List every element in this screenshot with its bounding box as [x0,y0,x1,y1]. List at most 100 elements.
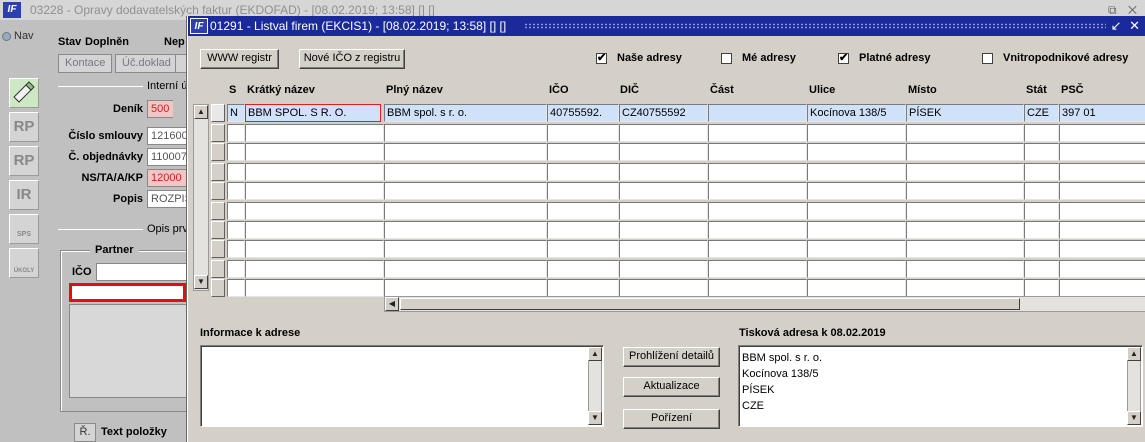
scroll-down-arrow-icon[interactable]: ▼ [1127,411,1141,425]
empty-grid-cell[interactable] [619,279,708,298]
empty-grid-cell[interactable] [708,201,807,220]
empty-grid-cell[interactable] [547,182,619,201]
empty-grid-cell[interactable] [619,143,708,162]
cell-plny-nazev[interactable]: BBM spol. s r. o. [384,104,547,122]
empty-grid-cell[interactable] [384,201,547,220]
row-selector[interactable] [211,182,225,201]
empty-grid-cell[interactable] [807,162,906,181]
row-selector[interactable] [211,259,225,278]
row-selector[interactable] [211,240,225,259]
empty-grid-cell[interactable] [906,279,1024,298]
empty-grid-cell[interactable] [906,124,1024,142]
empty-grid-cell[interactable] [245,221,384,239]
empty-grid-cell[interactable] [1024,143,1059,162]
cislo-smlouvy-field[interactable]: 121600 [147,127,187,145]
scroll-up-arrow-icon[interactable]: ▲ [1127,347,1141,361]
empty-grid-cell[interactable] [245,124,384,142]
empty-grid-cell[interactable] [708,124,807,142]
cell-psc[interactable]: 397 01 [1059,104,1145,122]
info-textarea[interactable] [200,345,604,427]
empty-grid-cell[interactable] [245,143,384,162]
empty-grid-cell[interactable] [227,201,245,220]
ns-ta-field[interactable]: 12000 [147,169,187,187]
empty-grid-cell[interactable] [619,162,708,181]
empty-grid-cell[interactable] [807,143,906,162]
empty-grid-cell[interactable] [384,162,547,181]
scroll-up-arrow-icon[interactable]: ▲ [588,347,602,361]
empty-grid-cell[interactable] [708,162,807,181]
cell-dic[interactable]: CZ40755592 [619,104,708,122]
empty-grid-cell[interactable] [1059,221,1145,239]
empty-grid-cell[interactable] [906,182,1024,201]
empty-grid-cell[interactable] [227,259,245,278]
empty-grid-cell[interactable] [547,124,619,142]
row-selector[interactable] [211,104,225,122]
empty-grid-cell[interactable] [547,279,619,298]
nav-toggle[interactable]: Nav [2,30,34,42]
empty-grid-cell[interactable] [906,162,1024,181]
empty-grid-cell[interactable] [245,162,384,181]
empty-grid-cell[interactable] [384,124,547,142]
empty-grid-cell[interactable] [384,240,547,259]
empty-grid-cell[interactable] [807,240,906,259]
empty-grid-cell[interactable] [906,240,1024,259]
cislo-objednavky-field[interactable]: 110007 [147,148,187,166]
empty-grid-cell[interactable] [1024,162,1059,181]
empty-grid-cell[interactable] [1059,279,1145,298]
empty-grid-cell[interactable] [619,201,708,220]
row-selector[interactable] [211,279,225,298]
empty-grid-cell[interactable] [547,201,619,220]
empty-grid-cell[interactable] [619,259,708,278]
empty-grid-cell[interactable] [1024,201,1059,220]
empty-grid-cell[interactable] [547,240,619,259]
empty-grid-cell[interactable] [1059,143,1145,162]
empty-grid-cell[interactable] [547,259,619,278]
empty-grid-cell[interactable] [227,143,245,162]
empty-grid-cell[interactable] [807,201,906,220]
kontace-button[interactable]: Kontace [58,54,113,73]
cell-misto[interactable]: PÍSEK [906,104,1024,122]
empty-grid-cell[interactable] [1059,201,1145,220]
row-selector[interactable] [211,221,225,239]
empty-grid-cell[interactable] [906,201,1024,220]
print-address-textarea[interactable]: BBM spol. s r. o. Kocínova 138/5 PÍSEK C… [738,345,1143,427]
empty-grid-cell[interactable] [1059,162,1145,181]
empty-grid-cell[interactable] [619,221,708,239]
row-selector[interactable] [211,143,225,162]
row-selector[interactable] [211,162,225,181]
ukoly-button[interactable]: ÚKOLY [9,248,39,278]
empty-grid-cell[interactable] [906,259,1024,278]
nove-ico-button[interactable]: Nové IČO z registru [299,49,405,69]
empty-grid-cell[interactable] [384,143,547,162]
empty-grid-cell[interactable] [708,279,807,298]
empty-grid-cell[interactable] [708,182,807,201]
cell-ico[interactable]: 40755592. [547,104,619,122]
empty-grid-cell[interactable] [807,279,906,298]
empty-grid-cell[interactable] [619,124,708,142]
empty-grid-cell[interactable] [619,182,708,201]
prohlizeni-detailu-button[interactable]: Prohlížení detailů [623,347,720,367]
horizontal-scroll-thumb[interactable] [400,298,1020,310]
partner-address-area[interactable] [69,304,188,398]
dialog-window-controls[interactable]: ↙ ✕ [1111,16,1142,36]
scroll-left-arrow-icon[interactable]: ◀ [385,297,399,311]
grid-vertical-scrollbar[interactable] [193,104,209,291]
empty-grid-cell[interactable] [227,124,245,142]
vnitropodnikove-adresy-checkbox[interactable]: Vnitropodnikové adresy [982,52,1128,64]
empty-grid-cell[interactable] [245,259,384,278]
empty-grid-cell[interactable] [1059,240,1145,259]
platne-adresy-checkbox[interactable]: ✔ Platné adresy [838,52,931,64]
empty-grid-cell[interactable] [807,259,906,278]
partner-name-field[interactable] [69,283,186,302]
empty-grid-cell[interactable] [227,162,245,181]
dialog-title-bar[interactable]: 01291 - Listval firem (EKCIS1) - [08.02.… [188,16,1145,36]
empty-grid-cell[interactable] [807,124,906,142]
empty-grid-cell[interactable] [807,182,906,201]
empty-grid-cell[interactable] [384,182,547,201]
empty-grid-cell[interactable] [619,240,708,259]
empty-grid-cell[interactable] [245,182,384,201]
empty-grid-cell[interactable] [708,259,807,278]
empty-grid-cell[interactable] [384,221,547,239]
empty-grid-cell[interactable] [1059,182,1145,201]
porizeni-button[interactable]: Pořízení [623,409,720,429]
